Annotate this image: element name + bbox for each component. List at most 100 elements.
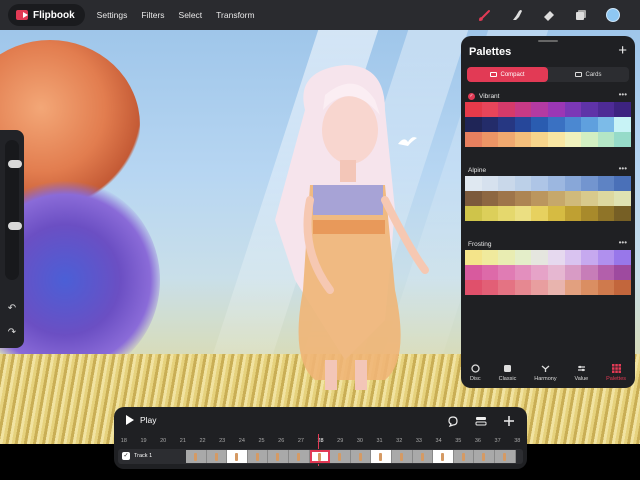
color-swatch[interactable] xyxy=(465,206,482,221)
color-swatch[interactable] xyxy=(564,250,582,265)
timeline-frame[interactable] xyxy=(391,450,413,463)
color-swatch[interactable] xyxy=(581,265,598,280)
timeline-frame[interactable] xyxy=(309,450,331,463)
timeline-frame[interactable] xyxy=(433,450,454,463)
color-swatch[interactable] xyxy=(465,265,482,280)
color-swatch[interactable] xyxy=(514,176,532,191)
tab-value[interactable]: Value xyxy=(575,364,588,382)
menu-filters[interactable]: Filters xyxy=(141,10,164,20)
frame-number[interactable]: 29 xyxy=(330,435,350,447)
color-swatch[interactable] xyxy=(481,176,499,191)
timeline-frame[interactable] xyxy=(494,450,516,463)
color-swatch[interactable] xyxy=(564,176,582,191)
tab-cards[interactable]: Cards xyxy=(548,67,629,82)
color-swatch[interactable] xyxy=(548,132,565,147)
color-swatch[interactable] xyxy=(581,280,598,295)
color-swatch[interactable] xyxy=(465,280,482,295)
color-swatch[interactable] xyxy=(481,132,499,147)
timeline-frame[interactable] xyxy=(186,450,207,463)
tab-palettes[interactable]: Palettes xyxy=(606,364,626,382)
color-swatch[interactable] xyxy=(597,280,615,295)
color-swatch[interactable] xyxy=(564,280,582,295)
timeline-frame[interactable] xyxy=(206,450,228,463)
color-swatch[interactable] xyxy=(597,206,615,221)
color-swatch[interactable] xyxy=(465,132,482,147)
menu-transform[interactable]: Transform xyxy=(216,10,254,20)
track-visible-checkbox[interactable]: ✓ xyxy=(122,452,130,460)
color-swatch[interactable] xyxy=(498,280,515,295)
timeline-frame[interactable] xyxy=(227,450,248,463)
opacity-slider-thumb[interactable] xyxy=(8,222,22,230)
track-row[interactable]: ✓ Track 1 xyxy=(118,449,523,464)
color-swatch[interactable] xyxy=(498,265,515,280)
track-frames[interactable] xyxy=(186,450,516,463)
color-swatch[interactable] xyxy=(597,265,615,280)
color-swatch[interactable] xyxy=(498,132,515,147)
color-swatch[interactable] xyxy=(514,102,532,117)
add-palette-icon[interactable]: + xyxy=(618,42,627,59)
color-swatch[interactable] xyxy=(465,176,482,191)
color-swatch[interactable] xyxy=(531,176,548,191)
eraser-icon[interactable] xyxy=(540,6,558,24)
palette-frosting[interactable]: Frosting ••• xyxy=(465,238,631,295)
layers-icon[interactable] xyxy=(572,6,590,24)
slider-track[interactable] xyxy=(5,140,22,280)
frame-number[interactable]: 20 xyxy=(153,435,173,447)
color-swatch[interactable] xyxy=(548,250,565,265)
color-swatch[interactable] xyxy=(564,191,582,206)
color-swatch[interactable] xyxy=(531,265,548,280)
palette-more-icon[interactable]: ••• xyxy=(619,164,627,173)
frame-number[interactable]: 22 xyxy=(193,435,213,447)
timeline-frame[interactable] xyxy=(350,450,372,463)
color-swatch[interactable] xyxy=(597,117,615,132)
color-swatch[interactable] xyxy=(481,206,499,221)
frame-number[interactable]: 25 xyxy=(252,435,272,447)
color-swatch[interactable] xyxy=(498,250,515,265)
color-swatch[interactable] xyxy=(498,191,515,206)
color-swatch[interactable] xyxy=(531,132,548,147)
tab-compact[interactable]: Compact xyxy=(467,67,548,82)
color-swatch[interactable] xyxy=(531,191,548,206)
frame-number[interactable]: 30 xyxy=(350,435,370,447)
color-swatch[interactable] xyxy=(481,280,499,295)
color-swatch[interactable] xyxy=(498,176,515,191)
frame-ruler[interactable]: 18 19 20 21 22 23 24 25 26 27 28 29 30 31 32 33 34 35 36 37… xyxy=(114,435,527,447)
tab-harmony[interactable]: Harmony xyxy=(534,364,557,382)
frame-number[interactable]: 21 xyxy=(173,435,193,447)
color-swatch[interactable] xyxy=(564,132,582,147)
color-swatch[interactable] xyxy=(564,206,582,221)
color-swatch[interactable] xyxy=(498,206,515,221)
color-swatch[interactable] xyxy=(548,280,565,295)
color-swatch[interactable] xyxy=(514,191,532,206)
timeline-frame[interactable] xyxy=(268,450,289,463)
color-swatch[interactable] xyxy=(548,206,565,221)
color-swatch[interactable] xyxy=(581,102,598,117)
frame-number[interactable]: 27 xyxy=(291,435,311,447)
swatch-grid[interactable] xyxy=(465,250,631,295)
timeline-frame[interactable] xyxy=(453,450,475,463)
color-swatch[interactable] xyxy=(514,265,532,280)
frame-number[interactable]: 37 xyxy=(488,435,508,447)
frame-number[interactable]: 18 xyxy=(114,435,134,447)
frame-number[interactable]: 34 xyxy=(429,435,449,447)
brush-icon[interactable] xyxy=(476,6,494,24)
color-swatch[interactable] xyxy=(498,102,515,117)
color-swatch[interactable] xyxy=(597,102,615,117)
color-swatch[interactable] xyxy=(548,102,565,117)
color-swatch[interactable] xyxy=(514,206,532,221)
timeline-frame[interactable] xyxy=(371,450,392,463)
color-swatch[interactable] xyxy=(481,265,499,280)
color-swatch[interactable] xyxy=(531,250,548,265)
timeline-frame[interactable] xyxy=(474,450,495,463)
color-swatch[interactable] xyxy=(614,117,631,132)
menu-select[interactable]: Select xyxy=(179,10,203,20)
color-swatch[interactable] xyxy=(514,117,532,132)
frame-number[interactable]: 19 xyxy=(134,435,154,447)
color-swatch[interactable] xyxy=(465,102,482,117)
color-swatch[interactable] xyxy=(514,132,532,147)
timeline-frame[interactable] xyxy=(247,450,269,463)
palette-more-icon[interactable]: ••• xyxy=(619,238,627,247)
color-swatch[interactable] xyxy=(564,117,582,132)
menu-settings[interactable]: Settings xyxy=(97,10,128,20)
color-swatch[interactable] xyxy=(481,102,499,117)
